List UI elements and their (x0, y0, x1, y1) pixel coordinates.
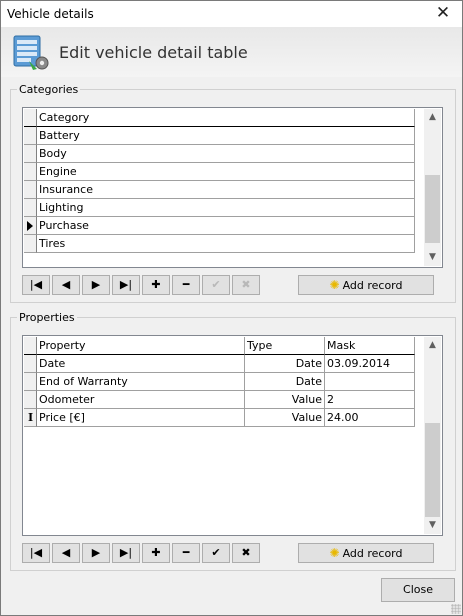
mask-cell[interactable]: 03.09.2014 (325, 355, 415, 373)
scroll-thumb[interactable] (425, 423, 440, 517)
insert-record-button[interactable]: ✚ (142, 275, 170, 295)
close-icon[interactable]: ✕ (430, 2, 456, 24)
type-cell[interactable]: Value (245, 391, 325, 409)
row-indicator[interactable] (24, 199, 37, 217)
sparkle-icon: ✺ (329, 546, 340, 560)
scroll-down-icon[interactable]: ▼ (424, 249, 441, 266)
type-cell[interactable]: Date (245, 355, 325, 373)
vehicle-details-dialog: Vehicle details ✕ Edit vehicle detail ta… (0, 0, 463, 616)
cancel-edit-button[interactable]: ✖ (232, 543, 260, 563)
title-bar: Vehicle details ✕ (1, 1, 462, 27)
type-cell[interactable]: Date (245, 373, 325, 391)
next-record-button[interactable]: ▶ (82, 275, 110, 295)
column-header-mask[interactable]: Mask (325, 337, 415, 355)
dialog-header: Edit vehicle detail table (1, 27, 462, 77)
property-cell[interactable]: Odometer (37, 391, 245, 409)
properties-grid[interactable]: Property Type Mask Date Date 03.09.2014 … (22, 335, 443, 536)
mask-cell[interactable] (325, 373, 415, 391)
add-category-record-button[interactable]: ✺ Add record (298, 275, 434, 295)
row-indicator[interactable] (24, 235, 37, 253)
category-cell[interactable]: Tires (37, 235, 415, 253)
next-record-button[interactable]: ▶ (82, 543, 110, 563)
row-indicator[interactable] (24, 127, 37, 145)
category-cell[interactable]: Engine (37, 163, 415, 181)
properties-legend: Properties (19, 311, 75, 324)
categories-scrollbar[interactable]: ▲ ▼ (424, 109, 441, 266)
scroll-down-icon[interactable]: ▼ (424, 517, 441, 534)
category-cell[interactable]: Body (37, 145, 415, 163)
insert-record-button[interactable]: ✚ (142, 543, 170, 563)
row-indicator[interactable] (24, 181, 37, 199)
scroll-up-icon[interactable]: ▲ (424, 109, 441, 126)
scroll-up-icon[interactable]: ▲ (424, 337, 441, 354)
category-cell[interactable]: Battery (37, 127, 415, 145)
row-indicator-current[interactable] (24, 217, 37, 235)
column-header-category[interactable]: Category (37, 109, 415, 127)
add-record-label: Add record (342, 547, 403, 560)
current-row-pointer-icon (27, 221, 33, 231)
dialog-heading: Edit vehicle detail table (59, 43, 248, 62)
type-cell[interactable]: Value (245, 409, 325, 427)
last-record-button[interactable]: ▶| (112, 275, 140, 295)
prior-record-button[interactable]: ◀ (52, 275, 80, 295)
window-title: Vehicle details (7, 7, 94, 21)
category-cell[interactable]: Purchase (37, 217, 415, 235)
edit-cursor-icon: I (28, 411, 34, 424)
first-record-button[interactable]: |◀ (22, 543, 50, 563)
categories-legend: Categories (19, 83, 79, 96)
add-record-label: Add record (342, 279, 403, 292)
mask-cell[interactable]: 24.00 (325, 409, 415, 427)
delete-record-button[interactable]: ━ (172, 275, 200, 295)
row-indicator[interactable] (24, 391, 37, 409)
row-indicator-editing[interactable]: I (24, 409, 37, 427)
scroll-thumb[interactable] (425, 175, 440, 243)
categories-grid[interactable]: Category Battery Body Engine Insurance L… (22, 107, 443, 268)
post-edit-button[interactable]: ✔ (202, 275, 230, 295)
resize-grip-icon[interactable] (451, 604, 461, 614)
property-cell[interactable]: End of Warranty (37, 373, 245, 391)
post-edit-button[interactable]: ✔ (202, 543, 230, 563)
category-cell[interactable]: Lighting (37, 199, 415, 217)
column-header-property[interactable]: Property (37, 337, 245, 355)
row-indicator[interactable] (24, 145, 37, 163)
category-cell[interactable]: Insurance (37, 181, 415, 199)
delete-record-button[interactable]: ━ (172, 543, 200, 563)
first-record-button[interactable]: |◀ (22, 275, 50, 295)
add-property-record-button[interactable]: ✺ Add record (298, 543, 434, 563)
last-record-button[interactable]: ▶| (112, 543, 140, 563)
close-button[interactable]: Close (381, 578, 455, 602)
property-cell[interactable]: Price [€] (37, 409, 245, 427)
sparkle-icon: ✺ (329, 278, 340, 292)
row-indicator-header (24, 337, 37, 355)
prior-record-button[interactable]: ◀ (52, 543, 80, 563)
column-header-type[interactable]: Type (245, 337, 325, 355)
row-indicator[interactable] (24, 163, 37, 181)
property-cell[interactable]: Date (37, 355, 245, 373)
mask-cell[interactable]: 2 (325, 391, 415, 409)
row-indicator[interactable] (24, 355, 37, 373)
row-indicator-header (24, 109, 37, 127)
properties-scrollbar[interactable]: ▲ ▼ (424, 337, 441, 534)
table-edit-icon (13, 35, 49, 70)
row-indicator[interactable] (24, 373, 37, 391)
cancel-edit-button[interactable]: ✖ (232, 275, 260, 295)
